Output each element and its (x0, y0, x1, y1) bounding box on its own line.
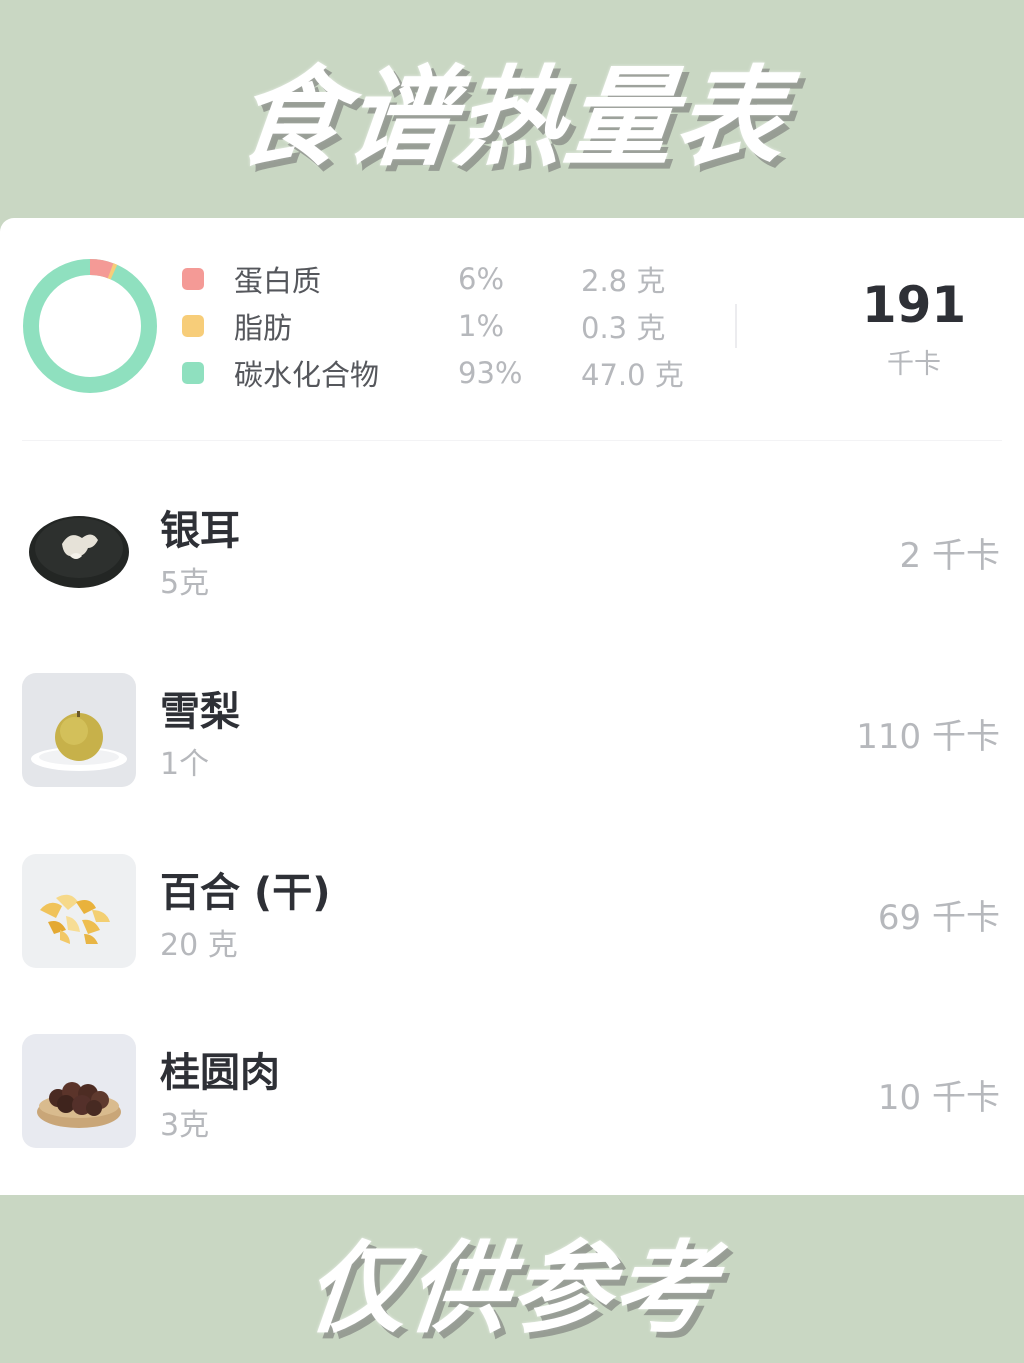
macro-row-protein: 蛋白质 6% 2.8 克 (182, 259, 665, 299)
macro-name: 碳水化合物 (234, 358, 380, 392)
ingredient-name: 百合 (干) (160, 870, 331, 916)
ingredient-quantity: 20 克 (160, 928, 238, 963)
carbs-color-dot (182, 362, 204, 384)
ingredient-quantity: 5克 (160, 566, 210, 601)
total-calories: 191 (861, 276, 967, 334)
ingredient-quantity: 1个 (160, 747, 210, 782)
ingredient-calories: 110 千卡 (856, 717, 1000, 757)
recipe-card: 蛋白质 6% 2.8 克 脂肪 1% 0.3 克 碳水化合物 93% 47.0 … (0, 218, 1024, 1195)
total-calories-unit: 千卡 (887, 349, 941, 380)
ingredient-name: 雪梨 (160, 689, 240, 735)
ingredient-calories: 10 千卡 (877, 1078, 1000, 1118)
macro-name: 脂肪 (234, 311, 293, 345)
macro-row-carbs: 碳水化合物 93% 47.0 克 (182, 353, 684, 393)
dried-lily-image (22, 854, 136, 968)
ingredient-quantity: 3克 (160, 1108, 210, 1143)
ingredient-calories: 2 千卡 (899, 536, 1000, 576)
macro-donut-chart (23, 259, 157, 393)
ingredient-row-snow-pear[interactable]: 雪梨 1个 110 千卡 (0, 673, 1024, 793)
snow-pear-image (22, 673, 136, 787)
fat-color-dot (182, 315, 204, 337)
macro-percent: 1% (458, 309, 505, 343)
macro-grams: 47.0 克 (581, 358, 684, 392)
ingredient-row-dried-lily[interactable]: 百合 (干) 20 克 69 千卡 (0, 854, 1024, 974)
section-divider (22, 440, 1002, 441)
longan-image (22, 1034, 136, 1148)
footer-note: 仅供参考 (300, 1229, 722, 1347)
donut-carbs-segment (23, 259, 157, 393)
ingredient-row-white-fungus[interactable]: 银耳 5克 2 千卡 (0, 492, 1024, 612)
macro-grams: 0.3 克 (581, 311, 666, 345)
macro-row-fat: 脂肪 1% 0.3 克 (182, 306, 665, 346)
ingredient-name: 桂圆肉 (160, 1050, 280, 1096)
macro-grams: 2.8 克 (581, 264, 666, 298)
donut-fat-segment (23, 259, 157, 393)
ingredient-calories: 69 千卡 (877, 898, 1000, 938)
macro-percent: 6% (458, 262, 505, 296)
protein-color-dot (182, 268, 204, 290)
page-title: 食谱热量表 (229, 56, 793, 181)
summary-divider (735, 304, 737, 348)
header-banner: 食谱热量表 (0, 0, 1024, 218)
macro-percent: 93% (458, 356, 523, 390)
macro-name: 蛋白质 (234, 264, 322, 298)
white-fungus-image (22, 492, 136, 606)
ingredient-row-longan[interactable]: 桂圆肉 3克 10 千卡 (0, 1034, 1024, 1154)
footer-banner: 仅供参考 (0, 1195, 1024, 1363)
ingredient-name: 银耳 (160, 508, 240, 554)
